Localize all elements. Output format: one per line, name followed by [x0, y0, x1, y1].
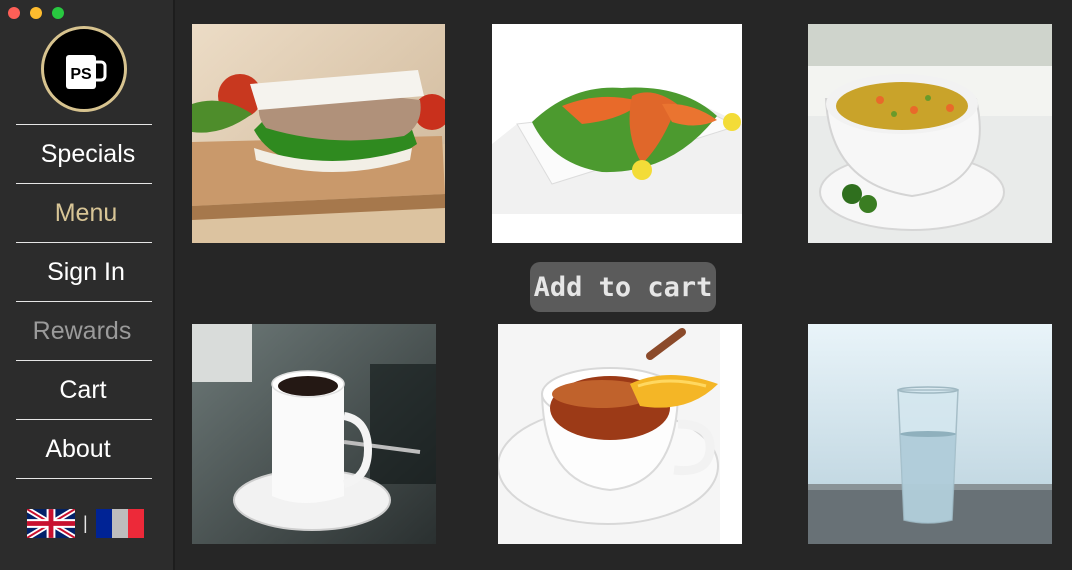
nav-item-label: Menu: [54, 198, 118, 227]
minimize-window-button[interactable]: [30, 7, 42, 19]
nav-menu: Specials Menu Sign In Rewards Cart About: [16, 124, 152, 479]
product-tile-chicken-salad[interactable]: [492, 24, 742, 243]
water-glass-icon: [808, 324, 1052, 544]
nav-item-label: Sign In: [47, 257, 125, 286]
product-tile-soup[interactable]: [808, 24, 1052, 243]
nav-item-label: About: [45, 434, 111, 463]
nav-item-label: Cart: [59, 375, 107, 404]
nav-item-label: Specials: [40, 139, 136, 168]
sandwich-icon: [192, 24, 445, 243]
product-tile-tea[interactable]: [498, 324, 742, 544]
nav-item-cart[interactable]: Cart: [16, 360, 152, 419]
logo: PS: [41, 26, 127, 112]
language-separator: |: [83, 513, 88, 533]
nav-item-specials[interactable]: Specials: [16, 124, 152, 183]
tea-icon: [498, 324, 742, 544]
nav-item-menu[interactable]: Menu: [16, 183, 152, 242]
grilled-chicken-salad-icon: [492, 24, 742, 243]
sidebar: PS Specials Menu Sign In Rewards Cart Ab…: [0, 0, 175, 570]
close-window-button[interactable]: [8, 7, 20, 19]
nav-item-sign-in[interactable]: Sign In: [16, 242, 152, 301]
product-tile-sandwich[interactable]: [192, 24, 445, 243]
app-window: PS Specials Menu Sign In Rewards Cart Ab…: [0, 0, 1072, 570]
add-to-cart-button[interactable]: Add to cart: [530, 262, 716, 312]
french-flag-icon[interactable]: [95, 509, 144, 538]
nav-item-label: Rewards: [32, 316, 132, 345]
english-flag-icon[interactable]: [27, 509, 75, 538]
maximize-window-button[interactable]: [52, 7, 64, 19]
coffee-icon: [192, 324, 436, 544]
soup-icon: [808, 24, 1052, 243]
product-tile-water[interactable]: [808, 324, 1052, 544]
language-switcher: |: [27, 509, 144, 538]
nav-item-about[interactable]: About: [16, 419, 152, 479]
nav-item-rewards[interactable]: Rewards: [16, 301, 152, 360]
logo-text: PS: [70, 66, 92, 83]
product-tile-coffee[interactable]: [192, 324, 436, 544]
